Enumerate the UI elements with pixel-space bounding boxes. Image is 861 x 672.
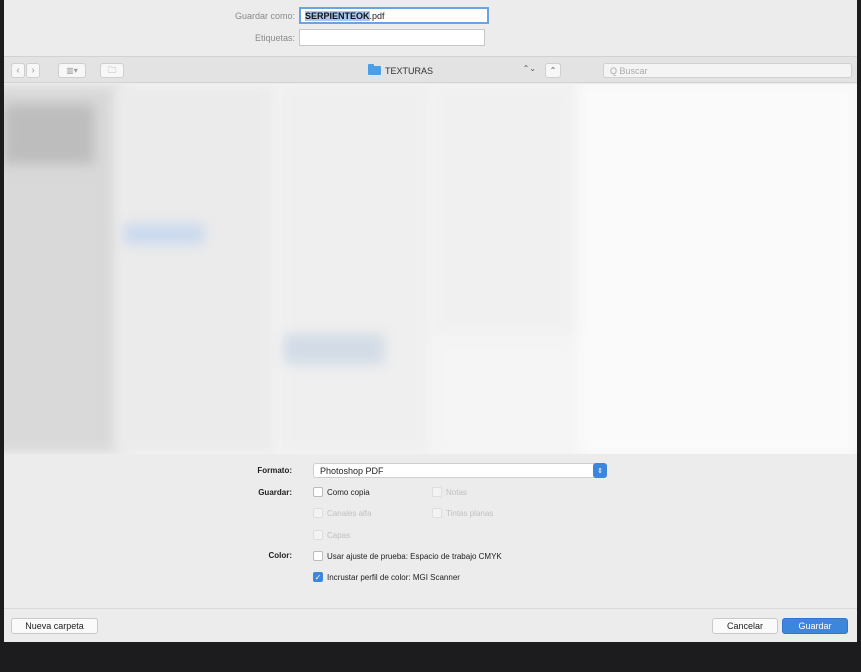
selection-2-blur xyxy=(284,334,384,364)
browser-toolbar: ‹ › ▥▾ 🗀 TEXTURAS ⌃⌄ ⌃ Q Buscar xyxy=(4,56,857,83)
save-as-label: Guardar como: xyxy=(234,10,295,21)
usar-ajuste-checkbox[interactable]: Usar ajuste de prueba: Espacio de trabaj… xyxy=(313,551,502,561)
save-dialog: Guardar como: SERPIENTEOK .pdf Etiquetas:… xyxy=(4,0,857,642)
filename-input[interactable]: SERPIENTEOK .pdf xyxy=(299,7,489,24)
select-arrows-icon: ⇕ xyxy=(593,463,607,478)
checkbox-box xyxy=(313,508,323,518)
canales-alfa-checkbox[interactable]: Canales alfa xyxy=(313,508,371,518)
checkmark-icon: ✓ xyxy=(313,572,323,582)
column-1-blur xyxy=(114,84,274,454)
checkbox-box xyxy=(313,551,323,561)
back-button[interactable]: ‹ xyxy=(11,63,25,78)
view-mode-button[interactable]: ▥▾ xyxy=(58,63,86,78)
tags-row: Etiquetas: xyxy=(186,29,485,46)
format-select[interactable]: Photoshop PDF ⇕ xyxy=(313,463,607,478)
notas-label: Notas xyxy=(446,487,467,497)
filename-selection: SERPIENTEOK xyxy=(305,10,370,21)
usar-ajuste-label: Usar ajuste de prueba: Espacio de trabaj… xyxy=(327,551,502,561)
chevron-up-icon: ⌃ xyxy=(549,66,557,75)
save-options-label: Guardar: xyxy=(258,488,292,497)
updown-arrows-icon: ⌃⌄ xyxy=(522,64,536,73)
footer-divider xyxy=(4,608,857,609)
tintas-planas-label: Tintas planas xyxy=(446,508,494,518)
format-label: Formato: xyxy=(257,466,292,475)
capas-checkbox[interactable]: Capas xyxy=(313,530,350,540)
new-folder-button[interactable]: Nueva carpeta xyxy=(11,618,98,634)
sidebar-blur-block xyxy=(4,104,94,164)
chevron-left-icon: ‹ xyxy=(16,65,20,76)
new-folder-toolbar-button[interactable]: 🗀 xyxy=(100,63,124,78)
checkbox-box xyxy=(313,487,323,497)
save-as-row: Guardar como: SERPIENTEOK .pdf xyxy=(186,7,489,24)
canales-alfa-label: Canales alfa xyxy=(327,508,372,518)
location-label: TEXTURAS xyxy=(385,65,434,76)
capas-label: Capas xyxy=(327,530,351,540)
bottom-bar xyxy=(0,642,861,672)
location-popup[interactable]: TEXTURAS ⌃⌄ xyxy=(368,63,536,78)
incrustar-perfil-label: Incrustar perfil de color: MGI Scanner xyxy=(327,572,460,582)
search-placeholder: Q Buscar xyxy=(610,65,648,76)
file-browser[interactable] xyxy=(4,84,857,454)
preview-blur xyxy=(579,84,857,454)
checkbox-box xyxy=(313,530,323,540)
incrustar-perfil-checkbox[interactable]: ✓ Incrustar perfil de color: MGI Scanner xyxy=(313,572,460,582)
como-copia-label: Como copia xyxy=(327,487,370,497)
tags-input[interactable] xyxy=(299,29,485,46)
checkbox-box xyxy=(432,487,442,497)
forward-button[interactable]: › xyxy=(26,63,40,78)
filename-extension: .pdf xyxy=(369,10,385,21)
collapse-button[interactable]: ⌃ xyxy=(545,63,561,78)
search-field[interactable]: Q Buscar xyxy=(603,63,852,78)
save-button[interactable]: Guardar xyxy=(782,618,848,634)
como-copia-checkbox[interactable]: Como copia xyxy=(313,487,370,497)
column-2-blur xyxy=(279,84,429,454)
selection-blur xyxy=(124,224,204,244)
column-3-blur xyxy=(434,84,574,334)
color-label: Color: xyxy=(268,551,292,560)
columns-view-icon: ▥▾ xyxy=(66,66,78,75)
chevron-right-icon: › xyxy=(31,65,35,76)
notas-checkbox[interactable]: Notas xyxy=(432,487,467,497)
folder-icon xyxy=(368,64,381,75)
format-value: Photoshop PDF xyxy=(320,465,384,476)
checkbox-box xyxy=(432,508,442,518)
tags-label: Etiquetas: xyxy=(254,32,295,43)
folder-outline-icon: 🗀 xyxy=(107,64,117,75)
tintas-planas-checkbox[interactable]: Tintas planas xyxy=(432,508,493,518)
cancel-button[interactable]: Cancelar xyxy=(712,618,778,634)
